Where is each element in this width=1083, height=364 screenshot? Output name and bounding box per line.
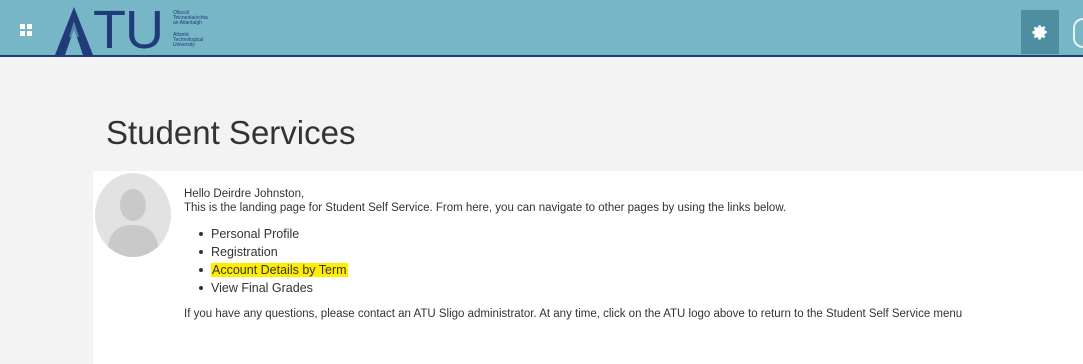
gear-icon xyxy=(1032,25,1047,40)
logo-mark: TU xyxy=(55,0,164,60)
logo-text: TU xyxy=(93,0,164,60)
page-title: Student Services xyxy=(106,114,356,151)
card-content: Hello Deirdre Johnston, This is the land… xyxy=(184,187,1079,321)
greeting-text: Hello Deirdre Johnston, xyxy=(184,188,305,200)
list-item: Account Details by Term xyxy=(199,261,1079,279)
user-icon[interactable] xyxy=(1073,18,1083,48)
atu-logo[interactable]: TU Ollscoil Teicneolaíochta an Atlantaig… xyxy=(55,3,221,57)
help-text: If you have any questions, please contac… xyxy=(184,308,963,320)
top-bar: TU Ollscoil Teicneolaíochta an Atlantaig… xyxy=(0,0,1083,57)
list-item: View Final Grades xyxy=(199,279,1079,297)
personal-profile-link[interactable]: Personal Profile xyxy=(211,227,299,241)
list-item: Personal Profile xyxy=(199,225,1079,243)
view-final-grades-link[interactable]: View Final Grades xyxy=(211,281,313,295)
account-details-by-term-link[interactable]: Account Details by Term xyxy=(211,263,348,277)
apps-grid-icon[interactable] xyxy=(20,24,32,36)
logo-a-mark xyxy=(55,3,93,57)
person-silhouette-icon xyxy=(107,189,159,257)
intro-text: This is the landing page for Student Sel… xyxy=(184,202,787,214)
avatar xyxy=(95,173,171,257)
registration-link[interactable]: Registration xyxy=(211,245,278,259)
list-item: Registration xyxy=(199,243,1079,261)
services-link-list: Personal Profile Registration Account De… xyxy=(199,225,1079,297)
welcome-card: Hello Deirdre Johnston, This is the land… xyxy=(93,171,1083,364)
logo-subtitle: Ollscoil Teicneolaíochta an Atlantaigh A… xyxy=(172,10,208,49)
settings-button[interactable] xyxy=(1021,10,1059,54)
